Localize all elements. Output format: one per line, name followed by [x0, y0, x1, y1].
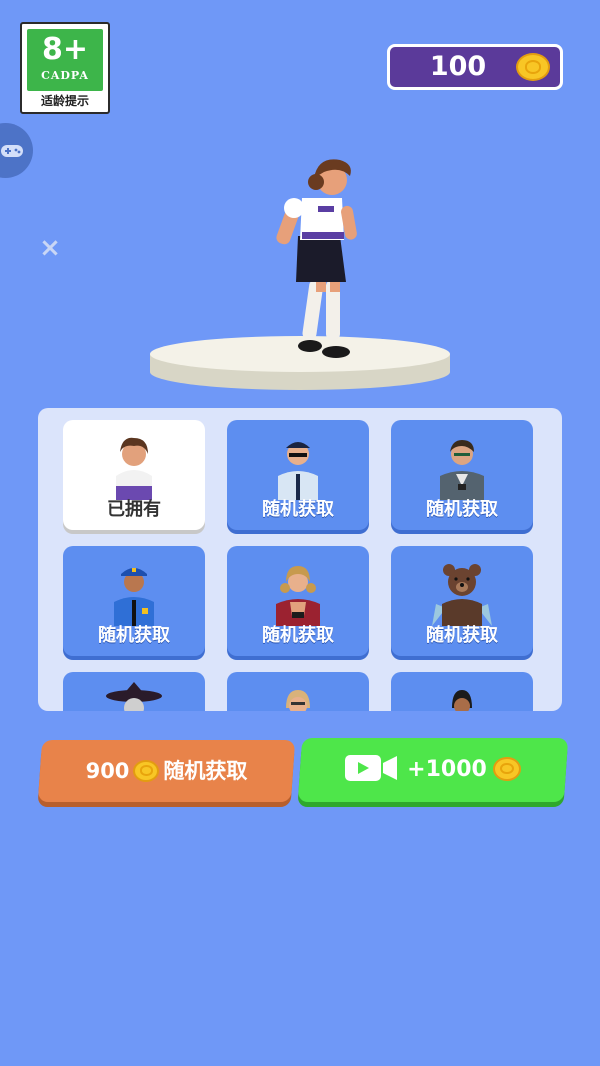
security-guard-avatar-icon [278, 442, 318, 500]
buy-random-skin-button[interactable]: 900 随机获取 [37, 740, 296, 802]
schoolgirl-avatar-icon [116, 437, 152, 500]
teddy-bear-avatar-icon [432, 564, 492, 626]
buy-price: 900 [85, 759, 130, 783]
dark-hair-avatar-icon [452, 690, 472, 711]
watch-video-reward-button[interactable]: +1000 [297, 738, 569, 802]
police-officer-avatar-icon [114, 568, 154, 626]
coin-amount: 100 [429, 51, 487, 82]
skin-card-teddy-bear[interactable]: 随机获取 [391, 546, 533, 656]
skin-label: 随机获取 [426, 625, 498, 646]
age-rating-plate: 8+ CADPA [27, 29, 103, 91]
gamepad-side-button[interactable] [0, 123, 33, 178]
character-stage [140, 150, 460, 400]
video-reward-amount: +1000 [407, 757, 487, 782]
video-button-content: +1000 [300, 738, 566, 802]
skin-label: 随机获取 [262, 625, 334, 646]
rating-org: CADPA [41, 69, 89, 82]
skin-card-blonde-woman[interactable] [227, 672, 369, 711]
character-preview [150, 159, 450, 390]
skin-card-security-guard[interactable]: 随机获取 [227, 420, 369, 530]
coin-counter: 100 [387, 44, 563, 90]
video-camera-icon [345, 755, 398, 781]
age-rating-badge: 8+ CADPA 适龄提示 [20, 22, 110, 114]
coin-icon [133, 759, 160, 782]
skin-card-man-with-badge[interactable]: 随机获取 [391, 420, 533, 530]
skin-label: 随机获取 [262, 499, 334, 520]
skin-card-police-officer[interactable]: 随机获取 [63, 546, 205, 656]
coin-icon [492, 756, 521, 781]
gamepad-icon [1, 145, 23, 157]
skin-label: 已拥有 [107, 499, 161, 520]
skin-label: 随机获取 [426, 499, 498, 520]
age-rating-caption: 适龄提示 [40, 94, 89, 108]
blonde-woman-avatar-icon [286, 690, 310, 711]
age-rating: 8+ [41, 32, 88, 67]
buy-button-content: 900 随机获取 [40, 740, 293, 802]
skin-label: 随机获取 [98, 625, 170, 646]
skin-card-witch[interactable] [63, 672, 205, 711]
close-icon[interactable]: × [38, 235, 62, 261]
skin-card-girl-plaid-shirt[interactable]: 随机获取 [227, 546, 369, 656]
buy-label: 随机获取 [163, 759, 248, 783]
girl-plaid-shirt-avatar-icon [276, 566, 320, 626]
skin-card-schoolgirl[interactable]: 已拥有 [63, 420, 205, 530]
witch-avatar-icon [106, 682, 162, 711]
skin-grid-panel: 已拥有 随机获取 随机获取 随机获取 随机获取 随机获取 [38, 408, 562, 711]
skin-card-dark-hair-person[interactable] [391, 672, 533, 711]
coin-icon [516, 53, 550, 81]
man-with-badge-avatar-icon [440, 440, 484, 500]
